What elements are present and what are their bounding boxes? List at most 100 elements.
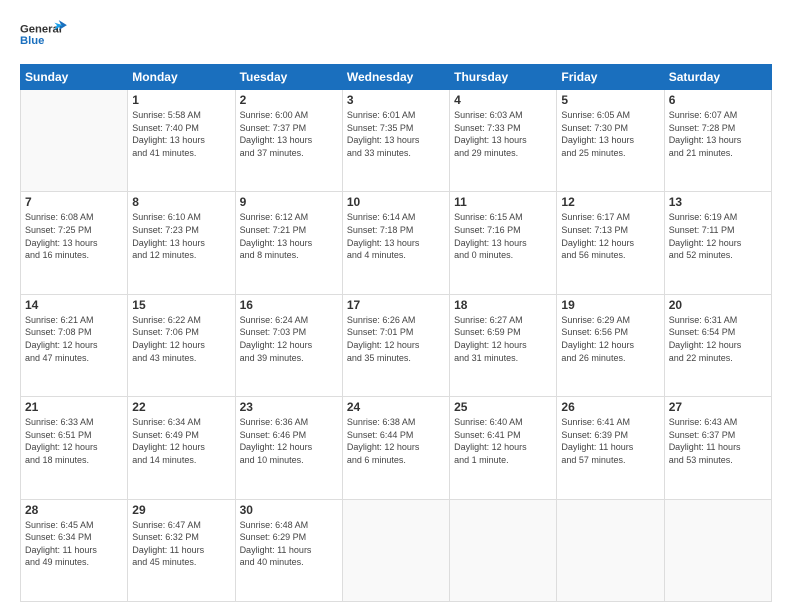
day-number: 6 xyxy=(669,93,767,107)
weekday-header-saturday: Saturday xyxy=(664,65,771,90)
day-number: 8 xyxy=(132,195,230,209)
calendar-week-4: 21 Sunrise: 6:33 AM Sunset: 6:51 PM Dayli… xyxy=(21,397,772,499)
day-number: 28 xyxy=(25,503,123,517)
day-info: Sunrise: 6:24 AM Sunset: 7:03 PM Dayligh… xyxy=(240,314,338,364)
day-info: Sunrise: 6:33 AM Sunset: 6:51 PM Dayligh… xyxy=(25,416,123,466)
day-info: Sunrise: 6:05 AM Sunset: 7:30 PM Dayligh… xyxy=(561,109,659,159)
calendar-cell: 17 Sunrise: 6:26 AM Sunset: 7:01 PM Dayli… xyxy=(342,294,449,396)
day-info: Sunrise: 6:43 AM Sunset: 6:37 PM Dayligh… xyxy=(669,416,767,466)
calendar-cell: 27Sunrise: 6:43 AM Sunset: 6:37 PM Dayli… xyxy=(664,397,771,499)
calendar-cell: 13 Sunrise: 6:19 AM Sunset: 7:11 PM Dayli… xyxy=(664,192,771,294)
calendar-cell: 25 Sunrise: 6:40 AM Sunset: 6:41 PM Dayli… xyxy=(450,397,557,499)
calendar-cell xyxy=(557,499,664,601)
calendar-cell: 15Sunrise: 6:22 AM Sunset: 7:06 PM Dayli… xyxy=(128,294,235,396)
calendar-cell: 2 Sunrise: 6:00 AM Sunset: 7:37 PM Daylig… xyxy=(235,90,342,192)
day-info: Sunrise: 6:12 AM Sunset: 7:21 PM Dayligh… xyxy=(240,211,338,261)
day-info: Sunrise: 6:15 AM Sunset: 7:16 PM Dayligh… xyxy=(454,211,552,261)
day-number: 19 xyxy=(561,298,659,312)
logo-svg: General Blue xyxy=(20,16,70,56)
day-info: Sunrise: 6:27 AM Sunset: 6:59 PM Dayligh… xyxy=(454,314,552,364)
weekday-header-row: SundayMondayTuesdayWednesdayThursdayFrid… xyxy=(21,65,772,90)
day-number: 7 xyxy=(25,195,123,209)
calendar-cell: 29 Sunrise: 6:47 AM Sunset: 6:32 PM Dayli… xyxy=(128,499,235,601)
day-number: 9 xyxy=(240,195,338,209)
weekday-header-friday: Friday xyxy=(557,65,664,90)
day-number: 10 xyxy=(347,195,445,209)
svg-text:General: General xyxy=(20,24,62,36)
svg-text:Blue: Blue xyxy=(20,35,44,47)
calendar-week-2: 7Sunrise: 6:08 AM Sunset: 7:25 PM Daylig… xyxy=(21,192,772,294)
calendar-cell: 19 Sunrise: 6:29 AM Sunset: 6:56 PM Dayli… xyxy=(557,294,664,396)
calendar-cell: 18 Sunrise: 6:27 AM Sunset: 6:59 PM Dayli… xyxy=(450,294,557,396)
day-info: Sunrise: 5:58 AM Sunset: 7:40 PM Dayligh… xyxy=(132,109,230,159)
day-number: 30 xyxy=(240,503,338,517)
calendar-cell: 10 Sunrise: 6:14 AM Sunset: 7:18 PM Dayli… xyxy=(342,192,449,294)
day-info: Sunrise: 6:14 AM Sunset: 7:18 PM Dayligh… xyxy=(347,211,445,261)
day-number: 20 xyxy=(669,298,767,312)
calendar-cell: 12 Sunrise: 6:17 AM Sunset: 7:13 PM Dayli… xyxy=(557,192,664,294)
weekday-header-tuesday: Tuesday xyxy=(235,65,342,90)
calendar-cell: 22 Sunrise: 6:34 AM Sunset: 6:49 PM Dayli… xyxy=(128,397,235,499)
calendar-cell: 7Sunrise: 6:08 AM Sunset: 7:25 PM Daylig… xyxy=(21,192,128,294)
weekday-header-sunday: Sunday xyxy=(21,65,128,90)
calendar-week-1: 1 Sunrise: 5:58 AM Sunset: 7:40 PM Daylig… xyxy=(21,90,772,192)
calendar-cell: 5 Sunrise: 6:05 AM Sunset: 7:30 PM Daylig… xyxy=(557,90,664,192)
day-info: Sunrise: 6:00 AM Sunset: 7:37 PM Dayligh… xyxy=(240,109,338,159)
day-number: 13 xyxy=(669,195,767,209)
day-info: Sunrise: 6:48 AM Sunset: 6:29 PM Dayligh… xyxy=(240,519,338,569)
calendar-cell: 6 Sunrise: 6:07 AM Sunset: 7:28 PM Daylig… xyxy=(664,90,771,192)
day-info: Sunrise: 6:41 AM Sunset: 6:39 PM Dayligh… xyxy=(561,416,659,466)
calendar-cell: 30 Sunrise: 6:48 AM Sunset: 6:29 PM Dayli… xyxy=(235,499,342,601)
day-info: Sunrise: 6:38 AM Sunset: 6:44 PM Dayligh… xyxy=(347,416,445,466)
day-number: 21 xyxy=(25,400,123,414)
day-number: 14 xyxy=(25,298,123,312)
day-number: 12 xyxy=(561,195,659,209)
calendar-cell: 4 Sunrise: 6:03 AM Sunset: 7:33 PM Daylig… xyxy=(450,90,557,192)
calendar-cell xyxy=(342,499,449,601)
day-number: 17 xyxy=(347,298,445,312)
day-info: Sunrise: 6:31 AM Sunset: 6:54 PM Dayligh… xyxy=(669,314,767,364)
day-number: 29 xyxy=(132,503,230,517)
calendar-week-3: 14Sunrise: 6:21 AM Sunset: 7:08 PM Dayli… xyxy=(21,294,772,396)
day-number: 18 xyxy=(454,298,552,312)
calendar-cell: 9 Sunrise: 6:12 AM Sunset: 7:21 PM Daylig… xyxy=(235,192,342,294)
weekday-header-thursday: Thursday xyxy=(450,65,557,90)
day-number: 5 xyxy=(561,93,659,107)
weekday-header-wednesday: Wednesday xyxy=(342,65,449,90)
calendar-week-5: 28Sunrise: 6:45 AM Sunset: 6:34 PM Dayli… xyxy=(21,499,772,601)
calendar-cell xyxy=(450,499,557,601)
day-info: Sunrise: 6:36 AM Sunset: 6:46 PM Dayligh… xyxy=(240,416,338,466)
calendar-cell: 26 Sunrise: 6:41 AM Sunset: 6:39 PM Dayli… xyxy=(557,397,664,499)
day-info: Sunrise: 6:19 AM Sunset: 7:11 PM Dayligh… xyxy=(669,211,767,261)
day-number: 4 xyxy=(454,93,552,107)
day-number: 15 xyxy=(132,298,230,312)
calendar-cell xyxy=(664,499,771,601)
day-number: 16 xyxy=(240,298,338,312)
calendar-cell: 28Sunrise: 6:45 AM Sunset: 6:34 PM Dayli… xyxy=(21,499,128,601)
day-number: 2 xyxy=(240,93,338,107)
calendar-cell: 21 Sunrise: 6:33 AM Sunset: 6:51 PM Dayli… xyxy=(21,397,128,499)
day-info: Sunrise: 6:47 AM Sunset: 6:32 PM Dayligh… xyxy=(132,519,230,569)
day-number: 25 xyxy=(454,400,552,414)
day-number: 1 xyxy=(132,93,230,107)
calendar-cell: 20 Sunrise: 6:31 AM Sunset: 6:54 PM Dayli… xyxy=(664,294,771,396)
day-info: Sunrise: 6:34 AM Sunset: 6:49 PM Dayligh… xyxy=(132,416,230,466)
day-info: Sunrise: 6:40 AM Sunset: 6:41 PM Dayligh… xyxy=(454,416,552,466)
day-info: Sunrise: 6:17 AM Sunset: 7:13 PM Dayligh… xyxy=(561,211,659,261)
day-info: Sunrise: 6:07 AM Sunset: 7:28 PM Dayligh… xyxy=(669,109,767,159)
day-number: 26 xyxy=(561,400,659,414)
calendar-cell xyxy=(21,90,128,192)
day-info: Sunrise: 6:01 AM Sunset: 7:35 PM Dayligh… xyxy=(347,109,445,159)
page: General Blue SundayMondayTuesdayWednesda… xyxy=(0,0,792,612)
day-info: Sunrise: 6:29 AM Sunset: 6:56 PM Dayligh… xyxy=(561,314,659,364)
day-info: Sunrise: 6:10 AM Sunset: 7:23 PM Dayligh… xyxy=(132,211,230,261)
calendar-cell: 24 Sunrise: 6:38 AM Sunset: 6:44 PM Dayli… xyxy=(342,397,449,499)
calendar-cell: 23Sunrise: 6:36 AM Sunset: 6:46 PM Dayli… xyxy=(235,397,342,499)
logo: General Blue xyxy=(20,16,70,56)
day-info: Sunrise: 6:03 AM Sunset: 7:33 PM Dayligh… xyxy=(454,109,552,159)
day-number: 22 xyxy=(132,400,230,414)
day-number: 3 xyxy=(347,93,445,107)
calendar-cell: 14Sunrise: 6:21 AM Sunset: 7:08 PM Dayli… xyxy=(21,294,128,396)
day-info: Sunrise: 6:26 AM Sunset: 7:01 PM Dayligh… xyxy=(347,314,445,364)
day-number: 24 xyxy=(347,400,445,414)
